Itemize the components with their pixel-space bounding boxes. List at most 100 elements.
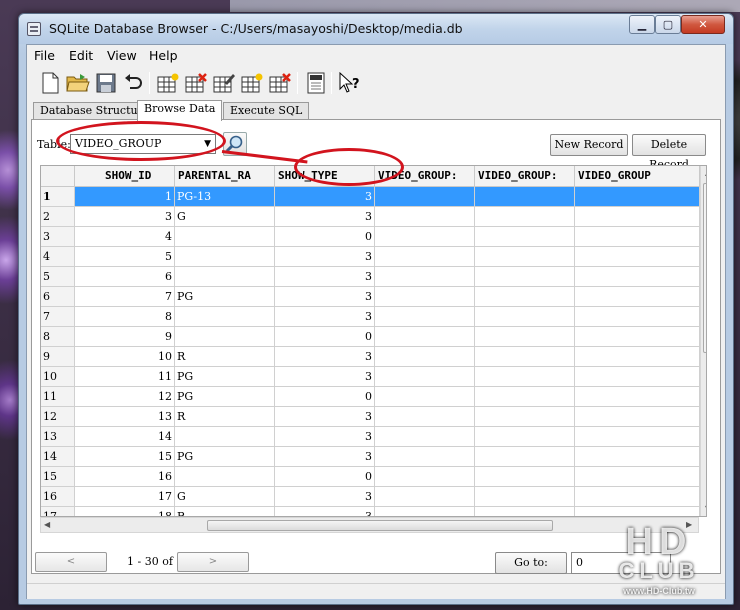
show-id-cell[interactable]: 16: [75, 467, 175, 487]
show-id-cell[interactable]: 6: [75, 267, 175, 287]
table-row[interactable]: 12 13 R 3: [41, 407, 706, 427]
row-number[interactable]: 5: [41, 267, 75, 287]
minimize-button[interactable]: ▁: [629, 15, 655, 34]
row-number[interactable]: 12: [41, 407, 75, 427]
menu-help[interactable]: Help: [149, 48, 178, 63]
video-group-cell[interactable]: [575, 427, 700, 447]
tab-browse-data[interactable]: Browse Data: [137, 100, 223, 121]
video-group-cell[interactable]: [575, 487, 700, 507]
parental-rating-cell[interactable]: PG: [175, 367, 275, 387]
show-type-cell[interactable]: 0: [275, 387, 375, 407]
video-group-cell[interactable]: [575, 467, 700, 487]
video-group-cell[interactable]: [575, 447, 700, 467]
video-group-cell[interactable]: [475, 467, 575, 487]
video-group-cell[interactable]: [475, 207, 575, 227]
column-header-parental-rating[interactable]: PARENTAL_RA: [175, 166, 275, 187]
show-id-cell[interactable]: 10: [75, 347, 175, 367]
table-row[interactable]: 23G3: [41, 207, 706, 227]
table-row[interactable]: 10 11 PG 3: [41, 367, 706, 387]
video-group-cell[interactable]: [375, 287, 475, 307]
video-group-cell[interactable]: [475, 327, 575, 347]
video-group-cell[interactable]: [375, 207, 475, 227]
parental-rating-cell[interactable]: G: [175, 207, 275, 227]
row-number[interactable]: 1: [41, 187, 75, 207]
video-group-cell[interactable]: [375, 227, 475, 247]
row-number[interactable]: 10: [41, 367, 75, 387]
parental-rating-cell[interactable]: PG: [175, 447, 275, 467]
row-number[interactable]: 15: [41, 467, 75, 487]
show-id-cell[interactable]: 12: [75, 387, 175, 407]
menu-view[interactable]: View: [107, 48, 137, 63]
show-type-cell[interactable]: 0: [275, 227, 375, 247]
parental-rating-cell[interactable]: R: [175, 407, 275, 427]
parental-rating-cell[interactable]: PG: [175, 387, 275, 407]
show-type-cell[interactable]: 0: [275, 327, 375, 347]
horizontal-scroll-thumb[interactable]: [207, 520, 553, 531]
row-number[interactable]: 3: [41, 227, 75, 247]
row-number[interactable]: 7: [41, 307, 75, 327]
video-group-cell[interactable]: [375, 467, 475, 487]
video-group-cell[interactable]: [575, 367, 700, 387]
table-row[interactable]: 9 10 R 3: [41, 347, 706, 367]
delete-record-button[interactable]: Delete Record: [632, 134, 706, 171]
open-database-icon[interactable]: [65, 70, 91, 96]
video-group-cell[interactable]: [475, 427, 575, 447]
show-type-cell[interactable]: 3: [275, 207, 375, 227]
video-group-cell[interactable]: [375, 247, 475, 267]
show-type-cell[interactable]: 3: [275, 507, 375, 516]
table-row[interactable]: 34 0: [41, 227, 706, 247]
show-type-cell[interactable]: 3: [275, 247, 375, 267]
row-number[interactable]: 11: [41, 387, 75, 407]
go-to-button[interactable]: Go to:: [495, 552, 567, 574]
column-header-show-id[interactable]: SHOW_ID: [75, 166, 175, 187]
show-id-cell[interactable]: 14: [75, 427, 175, 447]
show-id-cell[interactable]: 4: [75, 227, 175, 247]
show-type-cell[interactable]: 3: [275, 307, 375, 327]
go-to-input[interactable]: 0: [571, 552, 671, 574]
video-group-cell[interactable]: [575, 407, 700, 427]
show-id-cell[interactable]: 17: [75, 487, 175, 507]
video-group-cell[interactable]: [475, 187, 575, 207]
column-header-video-group-3[interactable]: VIDEO_GROUP: [575, 166, 700, 187]
log-icon[interactable]: [303, 70, 329, 96]
next-page-button[interactable]: >: [177, 552, 249, 572]
tab-execute-sql[interactable]: Execute SQL: [223, 102, 310, 120]
show-type-cell[interactable]: 3: [275, 367, 375, 387]
video-group-cell[interactable]: [475, 447, 575, 467]
parental-rating-cell[interactable]: R: [175, 507, 275, 516]
video-group-cell[interactable]: [575, 507, 700, 516]
previous-page-button[interactable]: <: [35, 552, 107, 572]
row-number[interactable]: 8: [41, 327, 75, 347]
show-id-cell[interactable]: 8: [75, 307, 175, 327]
video-group-cell[interactable]: [575, 387, 700, 407]
row-number[interactable]: 14: [41, 447, 75, 467]
row-number[interactable]: 2: [41, 207, 75, 227]
whats-this-icon[interactable]: ?: [337, 70, 363, 96]
parental-rating-cell[interactable]: PG: [175, 287, 275, 307]
data-grid[interactable]: SHOW_ID PARENTAL_RA SHOW_TYPE VIDEO_GROU…: [40, 165, 707, 517]
video-group-cell[interactable]: [375, 447, 475, 467]
table-row[interactable]: 16 17 G 3: [41, 487, 706, 507]
show-id-cell[interactable]: 13: [75, 407, 175, 427]
video-group-cell[interactable]: [575, 327, 700, 347]
parental-rating-cell[interactable]: G: [175, 487, 275, 507]
scroll-right-icon[interactable]: ▶: [686, 520, 692, 529]
video-group-cell[interactable]: [375, 407, 475, 427]
new-record-button[interactable]: New Record: [550, 134, 628, 156]
title-bar[interactable]: SQLite Database Browser - C:/Users/masay…: [19, 14, 733, 44]
parental-rating-cell[interactable]: [175, 227, 275, 247]
table-row[interactable]: 45 3: [41, 247, 706, 267]
table-row[interactable]: 6 7 PG 3: [41, 287, 706, 307]
show-type-cell[interactable]: 3: [275, 267, 375, 287]
save-icon[interactable]: [93, 70, 119, 96]
row-number[interactable]: 16: [41, 487, 75, 507]
video-group-cell[interactable]: [375, 307, 475, 327]
video-group-cell[interactable]: [475, 287, 575, 307]
row-number[interactable]: 17: [41, 507, 75, 516]
parental-rating-cell[interactable]: [175, 307, 275, 327]
undo-icon[interactable]: [120, 70, 146, 96]
video-group-cell[interactable]: [375, 427, 475, 447]
video-group-cell[interactable]: [375, 347, 475, 367]
video-group-cell[interactable]: [475, 487, 575, 507]
show-id-cell[interactable]: 1: [75, 187, 175, 207]
